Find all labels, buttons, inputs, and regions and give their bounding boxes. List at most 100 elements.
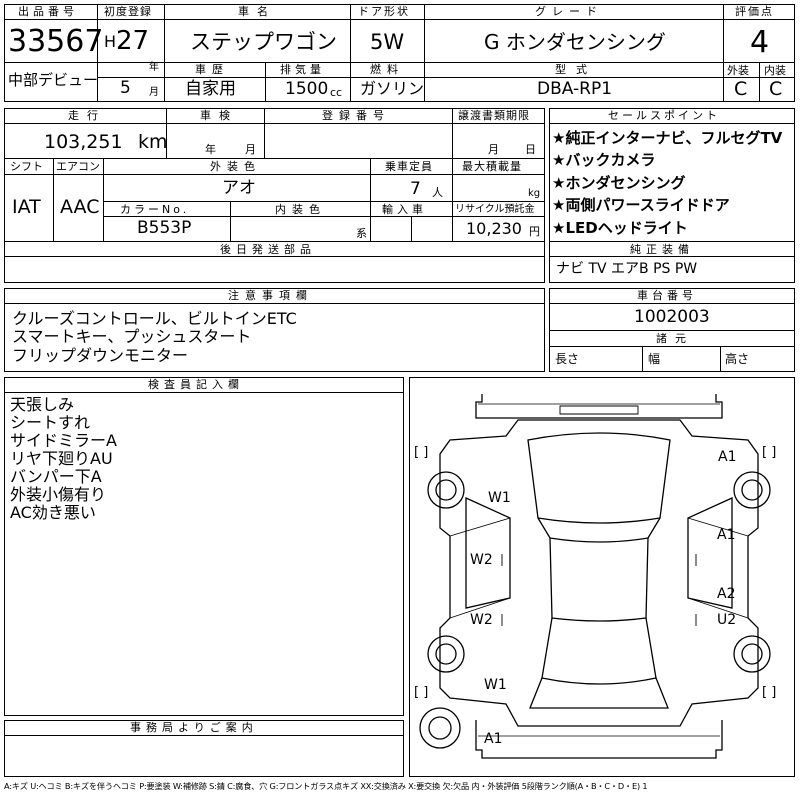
max-load-unit: kg <box>528 188 541 199</box>
later-parts-label: 後日発送部品 <box>220 243 316 256</box>
reg-no-label: 登録番号 <box>322 109 390 122</box>
capacity-unit: 人 <box>432 186 443 199</box>
chassis-value: 1002003 <box>634 307 710 327</box>
max-load-label: 最大積載量 <box>462 160 522 173</box>
displacement-value: 1500 <box>285 79 329 99</box>
grade-label: グレード <box>535 5 603 18</box>
mileage-value: 103,251 <box>44 131 123 153</box>
notes-line-2: スマートキー、プッシュスタート <box>12 327 252 346</box>
displacement-label: 排気量 <box>280 63 325 76</box>
inspection-label: 車検 <box>200 109 238 122</box>
shift-label: シフト <box>10 160 43 173</box>
exterior-grade: C <box>734 78 748 100</box>
first-reg-month: 5 <box>120 78 131 98</box>
transfer-month-unit: 月 <box>488 143 499 156</box>
sales-point-4: ★両側パワースライドドア <box>552 196 730 214</box>
car-diagram: [ ] [ ] [ ] [ ] W1 W2 W2 W1 A1 A1 A1 A2 … <box>409 377 795 777</box>
color-value: アオ <box>222 178 256 198</box>
legend-footer: A:キズ U:ヘコミ B:キズを伴うヘコミ P:要塗装 W:補修跡 S:錆 C:… <box>4 781 648 791</box>
displacement-unit: cc <box>330 86 343 99</box>
mark-w2-lower: W2 <box>470 612 493 628</box>
score-value: 4 <box>750 25 770 60</box>
inspector-label: 検査員記入欄 <box>148 378 244 391</box>
mark-bracket-lower-right: [ ] <box>762 685 777 700</box>
inspector-line-1: 天張しみ <box>10 395 75 414</box>
inspector-line-4: リヤ下廻りAU <box>10 449 113 468</box>
interior-color-label: 内装色 <box>275 203 326 216</box>
score-label: 評価点 <box>735 5 774 18</box>
inspector-line-2: シートすれ <box>10 413 91 432</box>
recycle-value: 10,230 <box>466 219 522 238</box>
mark-a1-bottom: A1 <box>484 731 503 747</box>
era: H <box>104 32 117 51</box>
interior-grade: C <box>769 78 783 100</box>
color-no-value: B553P <box>137 218 192 238</box>
mileage-label: 走行 <box>68 109 106 122</box>
model-label: 型式 <box>555 63 597 76</box>
equipment-value: ナビ TV エアB PS PW <box>556 261 698 277</box>
mark-a1-right-mid: A1 <box>717 527 736 543</box>
recycle-unit: 円 <box>529 225 540 238</box>
mark-u2-right: U2 <box>717 612 737 628</box>
mark-bracket-lower-left: [ ] <box>414 685 429 700</box>
history-value: 自家用 <box>185 79 236 99</box>
mark-w2-upper: W2 <box>470 552 493 568</box>
import-label: 輸入車 <box>382 203 427 216</box>
history-label: 車歴 <box>195 63 229 76</box>
transfer-day-unit: 日 <box>525 143 536 156</box>
mark-a2-right: A2 <box>717 586 736 602</box>
shift-value: IAT <box>12 196 41 218</box>
mileage-unit: km <box>138 131 168 153</box>
notes-line-3: フリップダウンモニター <box>12 346 189 365</box>
equipment-label: 純正装備 <box>630 243 694 256</box>
car-name: ステップワゴン <box>190 30 337 54</box>
region-label: 中部デビュー <box>8 71 99 89</box>
fuel-label: 燃料 <box>370 63 404 76</box>
inspection-year-unit: 年 <box>205 143 216 156</box>
inspector-line-3: サイドミラーA <box>10 431 117 450</box>
ac-label: エアコン <box>56 160 100 173</box>
sales-point-5: ★LEDヘッドライト <box>552 219 688 237</box>
chassis-label: 車台番号 <box>637 289 697 302</box>
first-reg-label: 初度登録 <box>104 5 152 18</box>
car-outline-drawing <box>419 394 771 759</box>
height-label: 高さ <box>725 352 750 366</box>
ac-value: AAC <box>60 196 100 218</box>
fuel-value: ガソリン <box>360 79 425 98</box>
grade-value: G ホンダセンシング <box>484 30 666 54</box>
first-reg-year: 27 <box>116 26 150 56</box>
sales-point-2: ★バックカメラ <box>552 151 656 169</box>
inspector-line-7: AC効き悪い <box>10 503 96 522</box>
mark-bracket-upper-right: [ ] <box>762 445 777 460</box>
office-label: 事務局よりご案内 <box>130 721 258 734</box>
interior-color-unit: 系 <box>356 227 367 240</box>
sales-points-label: セールスポイント <box>608 109 720 122</box>
capacity-label: 乗車定員 <box>385 160 433 173</box>
notes-line-1: クルーズコントロール、ビルトインETC <box>12 309 297 328</box>
model-value: DBA-RP1 <box>537 79 613 99</box>
month-unit: 月 <box>149 87 159 98</box>
length-label: 長さ <box>555 352 580 366</box>
width-label: 幅 <box>648 352 661 366</box>
door-value: 5W <box>370 30 405 54</box>
year-unit: 年 <box>149 62 159 73</box>
door-label: ドア形状 <box>358 5 410 18</box>
lot-number: 33567 <box>8 24 104 59</box>
lot-label: 出品番号 <box>18 5 78 18</box>
color-no-label: カラーNo. <box>120 203 190 216</box>
inspector-line-5: バンパー下A <box>10 467 102 486</box>
capacity-value: 7 <box>410 179 421 199</box>
mark-w1-lower: W1 <box>484 677 507 693</box>
transfer-label: 譲渡書類期限 <box>458 109 530 122</box>
mark-a1-top-right: A1 <box>718 449 737 465</box>
car-name-label: 車名 <box>238 5 276 18</box>
notes-label: 注意事項欄 <box>228 289 313 302</box>
inspector-line-6: 外装小傷有り <box>10 485 107 504</box>
interior-grade-label: 内装 <box>764 64 786 77</box>
dims-label: 諸元 <box>656 332 694 345</box>
mark-w1-upper: W1 <box>488 490 511 506</box>
inspection-month-unit: 月 <box>245 143 256 156</box>
recycle-label: リサイクル預託金 <box>455 204 535 215</box>
sales-point-3: ★ホンダセンシング <box>552 174 686 192</box>
exterior-grade-label: 外装 <box>727 64 749 77</box>
